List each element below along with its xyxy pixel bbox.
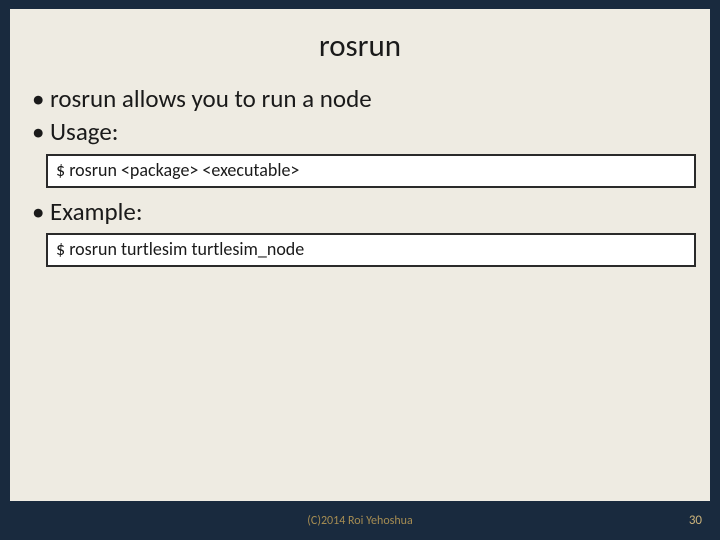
bullet-example-label: Example: xyxy=(28,196,692,227)
page-number: 30 xyxy=(689,513,702,528)
copyright-text: (C)2014 Roi Yehoshua xyxy=(0,514,720,528)
code-usage: $ rosrun <package> <executable> xyxy=(46,154,696,188)
footer: (C)2014 Roi Yehoshua 30 xyxy=(0,512,720,540)
slide-body: rosrun rosrun allows you to run a node U… xyxy=(10,9,710,501)
bullet-intro: rosrun allows you to run a node xyxy=(28,83,692,114)
bullet-usage-label: Usage: xyxy=(28,116,692,147)
code-example: $ rosrun turtlesim turtlesim_node xyxy=(46,233,696,267)
slide-content: rosrun allows you to run a node Usage: $… xyxy=(10,71,710,267)
slide-title: rosrun xyxy=(10,9,710,71)
